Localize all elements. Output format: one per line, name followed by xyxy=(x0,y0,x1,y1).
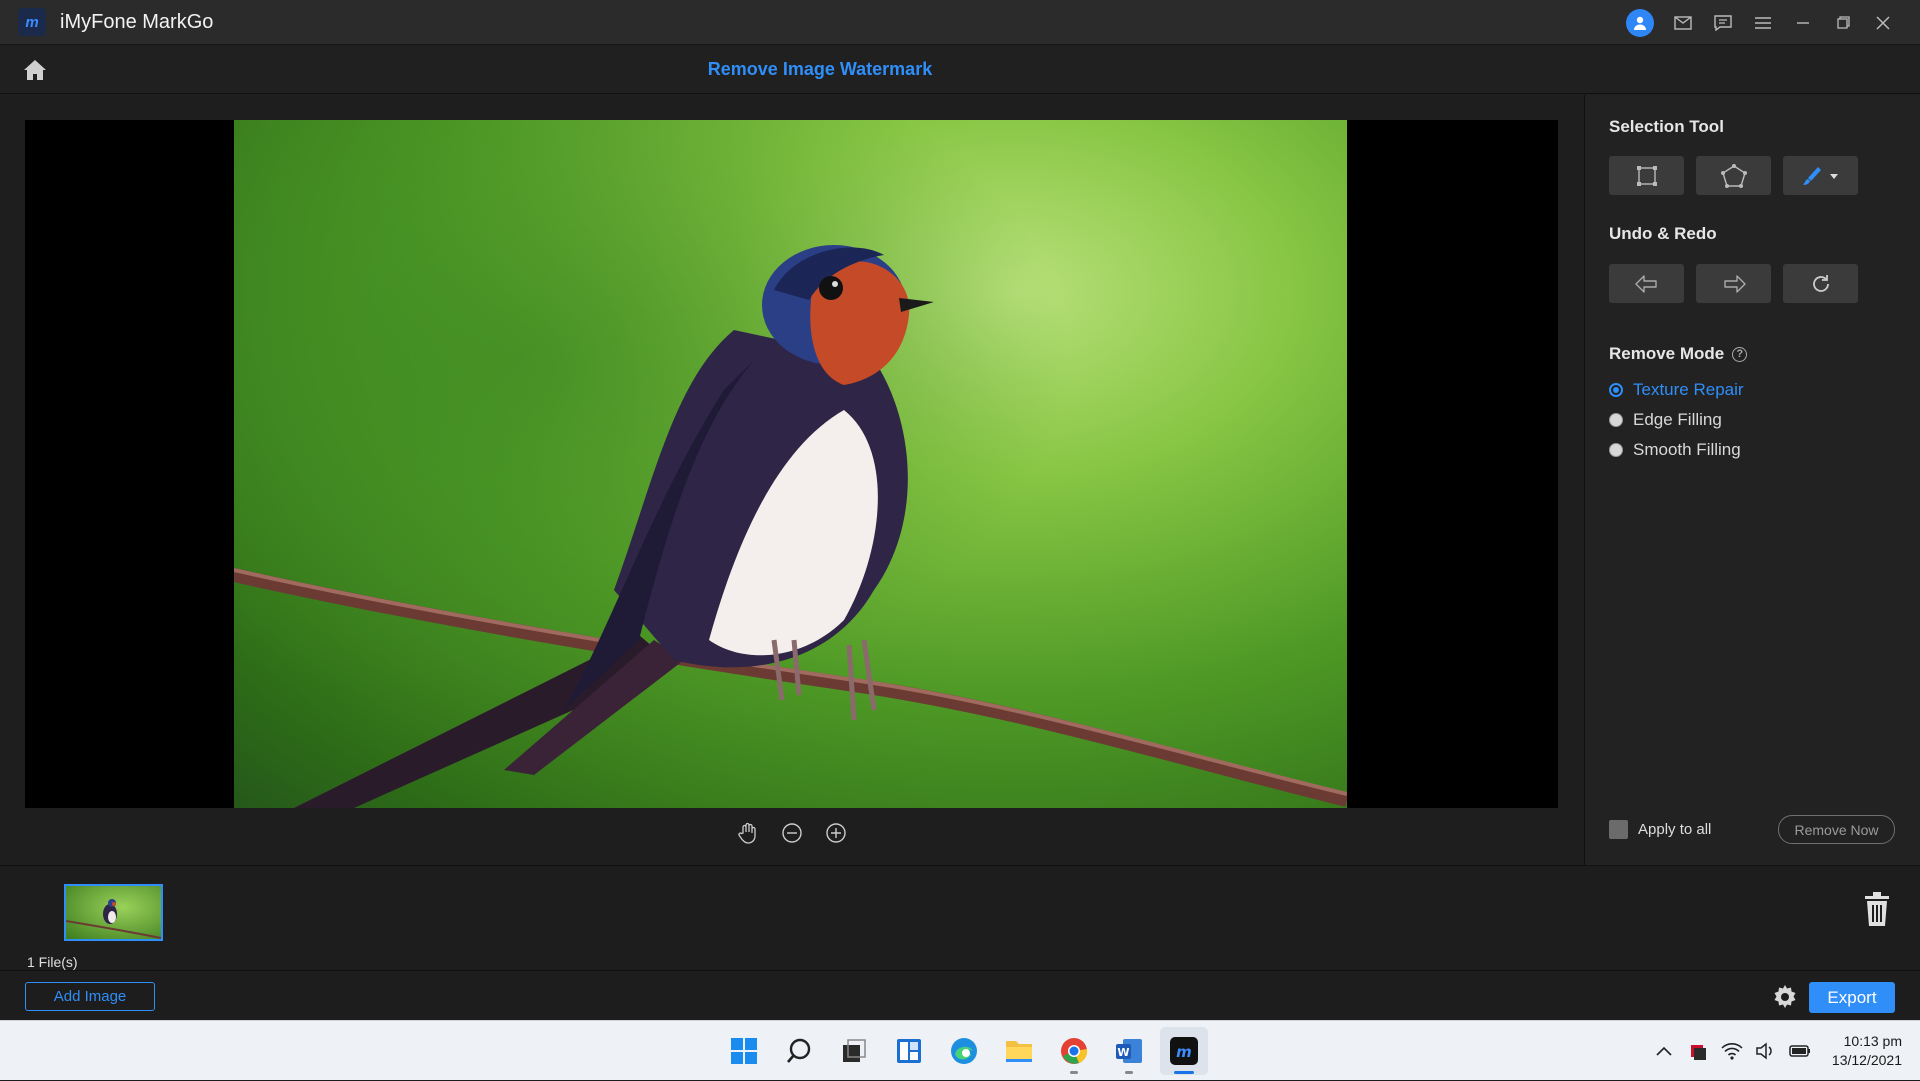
file-explorer-icon[interactable] xyxy=(995,1027,1043,1075)
redo-button[interactable] xyxy=(1696,264,1771,303)
clock-date: 13/12/2021 xyxy=(1831,1052,1902,1068)
markgo-app-icon[interactable]: m xyxy=(1160,1027,1208,1075)
system-tray: 10:13 pm 13/12/2021 xyxy=(1652,1021,1902,1081)
file-strip: 1 File(s) xyxy=(0,865,1920,970)
canvas-tools xyxy=(0,820,1583,850)
word-icon[interactable]: W xyxy=(1105,1027,1153,1075)
bottom-bar: Add Image Export xyxy=(0,970,1920,1020)
minimize-icon[interactable] xyxy=(1792,12,1814,34)
user-account-icon[interactable] xyxy=(1626,8,1654,37)
app-title: iMyFone MarkGo xyxy=(60,10,214,33)
restore-icon[interactable] xyxy=(1832,12,1854,34)
brush-dropdown-icon xyxy=(1802,166,1838,185)
remove-mode-label: Remove Mode xyxy=(1609,344,1725,363)
battery-icon[interactable] xyxy=(1788,1039,1812,1063)
search-icon[interactable] xyxy=(775,1027,823,1075)
app-tray-icon[interactable] xyxy=(1686,1039,1710,1063)
word-icon-letter: W xyxy=(1117,1046,1129,1059)
bird-photo[interactable] xyxy=(234,120,1347,808)
mode-smooth-filling[interactable]: Smooth Filling xyxy=(1609,440,1741,460)
radio-unchecked[interactable] xyxy=(1609,413,1623,427)
help-icon[interactable]: ? xyxy=(1732,346,1748,362)
brush-tool-button[interactable] xyxy=(1783,156,1858,195)
running-indicator xyxy=(1070,1071,1078,1074)
mode-edge-filling[interactable]: Edge Filling xyxy=(1609,410,1722,430)
running-indicator xyxy=(1125,1071,1133,1074)
remove-mode-title: Remove Mode ? xyxy=(1609,344,1748,364)
selection-tool-title: Selection Tool xyxy=(1609,117,1724,136)
widgets-icon[interactable] xyxy=(885,1027,933,1075)
chevron-up-icon[interactable] xyxy=(1652,1039,1676,1063)
reset-button[interactable] xyxy=(1783,264,1858,303)
undo-button[interactable] xyxy=(1609,264,1684,303)
radio-checked[interactable] xyxy=(1609,383,1623,397)
apply-to-all-label: Apply to all xyxy=(1638,821,1712,838)
active-indicator xyxy=(1174,1071,1194,1074)
undo-redo-title: Undo & Redo xyxy=(1609,224,1717,243)
menu-icon[interactable] xyxy=(1752,12,1774,34)
title-actions xyxy=(1626,0,1894,45)
volume-icon[interactable] xyxy=(1754,1039,1778,1063)
remove-now-button[interactable]: Remove Now xyxy=(1778,815,1895,844)
taskbar-clock[interactable]: 10:13 pm 13/12/2021 xyxy=(1832,1032,1902,1070)
taskbar-apps: W m xyxy=(720,1027,1208,1075)
mode-texture-repair[interactable]: Texture Repair xyxy=(1609,380,1744,400)
page-title: Remove Image Watermark xyxy=(707,59,933,79)
rectangle-selection-button[interactable] xyxy=(1609,156,1684,195)
mode-label: Texture Repair xyxy=(1633,380,1744,399)
radio-unchecked[interactable] xyxy=(1609,443,1623,457)
export-button[interactable]: Export xyxy=(1809,982,1895,1013)
windows-taskbar: W m 10:13 pm 13/12/2021 xyxy=(0,1020,1920,1080)
edge-browser-icon[interactable] xyxy=(940,1027,988,1075)
settings-gear-icon[interactable] xyxy=(1772,984,1798,1010)
canvas-area xyxy=(0,95,1583,865)
close-icon[interactable] xyxy=(1872,12,1894,34)
mode-label: Edge Filling xyxy=(1633,410,1722,429)
header-bar: Remove Image Watermark xyxy=(0,45,1920,94)
reset-icon xyxy=(1812,274,1829,292)
right-panel: Selection Tool Undo & Redo Remove Mode ?… xyxy=(1584,95,1920,865)
markgo-icon-letter: m xyxy=(1176,1043,1192,1061)
rectangle-select-icon xyxy=(1636,165,1657,186)
apply-to-all-checkbox[interactable] xyxy=(1609,820,1628,839)
mode-label: Smooth Filling xyxy=(1633,440,1741,459)
clock-time: 10:13 pm xyxy=(1843,1033,1902,1049)
image-canvas[interactable] xyxy=(25,120,1558,808)
pan-hand-icon[interactable] xyxy=(735,820,761,846)
trash-icon[interactable] xyxy=(1862,890,1892,928)
polygon-lasso-icon xyxy=(1720,163,1747,188)
undo-icon xyxy=(1634,274,1657,293)
feedback-icon[interactable] xyxy=(1712,12,1734,34)
wifi-icon[interactable] xyxy=(1720,1039,1744,1063)
apply-to-all-row[interactable]: Apply to all xyxy=(1609,820,1711,839)
add-image-button[interactable]: Add Image xyxy=(25,982,155,1011)
start-windows-icon[interactable] xyxy=(720,1027,768,1075)
task-view-icon[interactable] xyxy=(830,1027,878,1075)
app-logo: m xyxy=(18,8,46,36)
chrome-browser-icon[interactable] xyxy=(1050,1027,1098,1075)
image-thumbnail[interactable] xyxy=(64,884,163,941)
title-bar: m iMyFone MarkGo xyxy=(0,0,1920,45)
file-count: 1 File(s) xyxy=(27,954,78,970)
zoom-out-icon[interactable] xyxy=(779,820,805,846)
zoom-in-icon[interactable] xyxy=(823,820,849,846)
polygon-lasso-button[interactable] xyxy=(1696,156,1771,195)
mail-icon[interactable] xyxy=(1672,12,1694,34)
redo-icon xyxy=(1723,274,1746,293)
